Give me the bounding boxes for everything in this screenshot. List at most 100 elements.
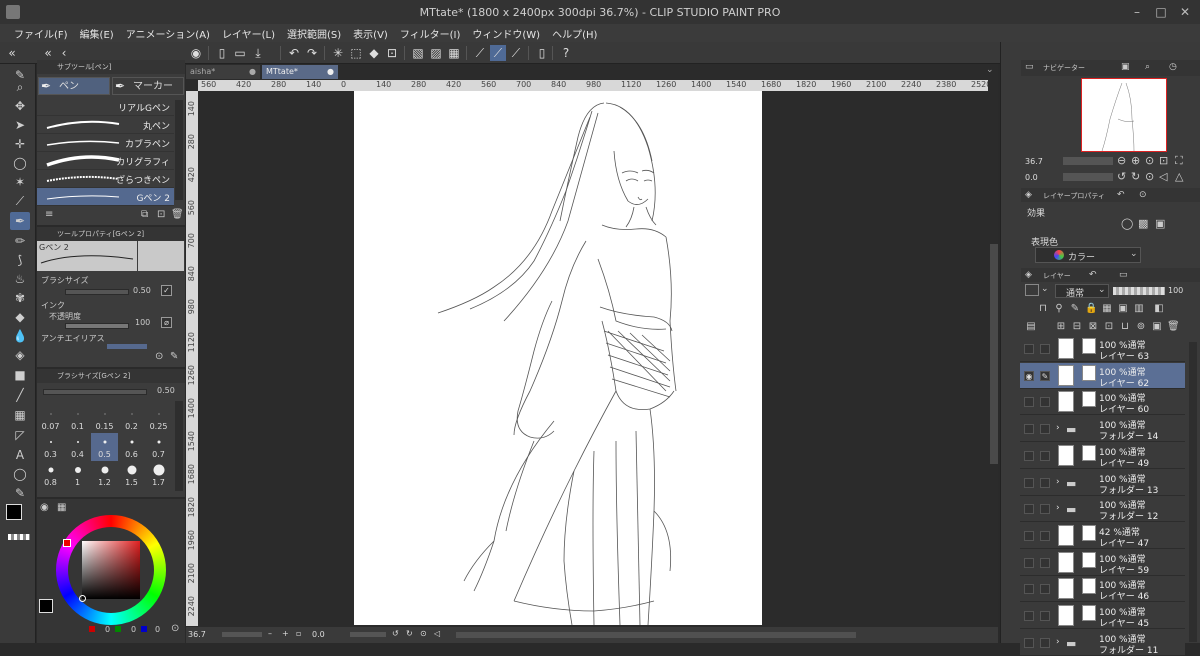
navigator-flip-h-icon[interactable]: ◁ bbox=[1159, 170, 1167, 183]
saturation-value-square[interactable] bbox=[82, 541, 140, 599]
zoom-out-icon[interactable]: – bbox=[268, 629, 272, 638]
expression-color-select[interactable]: カラー ⌄ bbox=[1035, 247, 1141, 263]
subtool-menu-icon[interactable]: ≡ bbox=[45, 209, 53, 220]
fit-screen-icon[interactable]: ▫ bbox=[296, 629, 301, 638]
balloon-icon[interactable]: ◯ bbox=[10, 465, 30, 483]
deselect-icon[interactable]: ▧ bbox=[410, 45, 426, 61]
pencil-tool-icon[interactable]: ✏ bbox=[10, 232, 30, 250]
status-zoom[interactable]: 36.7 bbox=[188, 630, 206, 639]
size-cell-selected[interactable]: 0.5 bbox=[91, 433, 118, 461]
folder-expand-icon[interactable]: › bbox=[1056, 477, 1060, 487]
duplicate-subtool-icon[interactable]: ⊡ bbox=[157, 209, 165, 220]
color-settings-icon[interactable]: ⊙ bbox=[171, 623, 179, 634]
size-cell[interactable]: 1 bbox=[64, 461, 91, 489]
copy-subtool-icon[interactable]: ⧉ bbox=[141, 209, 148, 220]
color-wheel-tab-icon[interactable]: ◉ bbox=[40, 502, 49, 513]
navigator-actual-icon[interactable]: ⊡ bbox=[1159, 154, 1168, 167]
navigator-zoom-value[interactable]: 36.7 bbox=[1025, 157, 1043, 166]
pen-edit-icon[interactable]: ✎ bbox=[1040, 370, 1050, 381]
text-tool-icon[interactable]: A bbox=[10, 446, 30, 464]
eraser-icon[interactable]: ◆ bbox=[10, 308, 30, 326]
layer-scrollbar[interactable] bbox=[1189, 342, 1197, 642]
canvas[interactable] bbox=[354, 91, 762, 626]
clip-below-icon[interactable]: ⊓ bbox=[1037, 303, 1049, 315]
menu-animation[interactable]: アニメーション(A) bbox=[126, 26, 210, 41]
brush-size-value[interactable]: 0.50 bbox=[133, 286, 151, 295]
navigator-zoom-out-icon[interactable]: ⊖ bbox=[1117, 154, 1126, 167]
menu-help[interactable]: ヘルプ(H) bbox=[552, 26, 597, 41]
layer-row[interactable]: › ▬ 100 %通常 フォルダー 14 bbox=[1020, 416, 1185, 443]
minimize-button[interactable]: – bbox=[1128, 4, 1146, 20]
toolprop-wrench-icon[interactable]: ✎ bbox=[170, 351, 178, 362]
opacity-pressure-toggle[interactable]: ⌀ bbox=[161, 317, 172, 328]
size-cell[interactable]: 0.6 bbox=[118, 433, 145, 461]
smartphone-icon[interactable]: ▯ bbox=[534, 45, 550, 61]
layer-opacity-slider[interactable] bbox=[1113, 287, 1165, 295]
size-cell[interactable]: 0.25 bbox=[145, 405, 172, 433]
layer-row[interactable]: 100 %通常 レイヤー 45 bbox=[1020, 603, 1185, 629]
subtool-scrollbar[interactable] bbox=[175, 100, 183, 200]
edit-target-toggle[interactable] bbox=[1040, 424, 1050, 435]
lock-layer-icon[interactable]: 🔒 bbox=[1085, 303, 1097, 315]
navigator-rotation-slider[interactable] bbox=[1063, 173, 1113, 181]
brush-g-pen-2[interactable]: Gペン 2 bbox=[37, 188, 174, 206]
menu-layer[interactable]: レイヤー(L) bbox=[222, 26, 275, 41]
navigator-flip-v-icon[interactable]: △ bbox=[1175, 170, 1183, 183]
navigator-rotate-left-icon[interactable]: ↺ bbox=[1117, 170, 1126, 183]
move-tool-icon[interactable]: ✥ bbox=[10, 97, 30, 115]
gradient-icon[interactable]: ■ bbox=[10, 366, 30, 384]
layer-row[interactable]: 100 %通常 レイヤー 60 bbox=[1020, 389, 1185, 416]
hue-marker[interactable] bbox=[63, 539, 71, 547]
blend-mode-select[interactable]: 通常 ⌄ bbox=[1055, 284, 1109, 299]
sv-marker[interactable] bbox=[79, 595, 86, 602]
tone-effect-icon[interactable]: ▩ bbox=[1138, 217, 1148, 230]
combine-layer-icon[interactable]: ⊔ bbox=[1119, 321, 1131, 333]
toolprop-settings-icon[interactable]: ⊙ bbox=[155, 351, 163, 362]
layer-color-icon[interactable]: ▣ bbox=[1155, 217, 1165, 230]
magic-wand-icon[interactable]: ✶ bbox=[10, 173, 30, 191]
eyedropper-icon[interactable]: ⟋ bbox=[10, 192, 30, 210]
edit-target-toggle[interactable] bbox=[1040, 397, 1050, 408]
clear-icon[interactable]: ✳ bbox=[330, 45, 346, 61]
brush-calligraphy[interactable]: カリグラフィ bbox=[37, 152, 174, 170]
redo-icon[interactable]: ↷ bbox=[304, 45, 320, 61]
border-effect-icon[interactable]: ◯ bbox=[1121, 217, 1133, 230]
layerprop-tab[interactable]: レイヤープロパティ bbox=[1043, 191, 1105, 201]
size-cell[interactable]: 0.15 bbox=[91, 405, 118, 433]
edit-target-toggle[interactable] bbox=[1040, 477, 1050, 488]
layer-color-chevron-icon[interactable]: ⌄ bbox=[1041, 284, 1049, 294]
close-button[interactable]: ✕ bbox=[1176, 4, 1194, 20]
lasso-icon[interactable]: ◯ bbox=[10, 154, 30, 172]
undo-icon[interactable]: ↶ bbox=[286, 45, 302, 61]
status-rotation[interactable]: 0.0 bbox=[312, 630, 325, 639]
ruler-tool-icon[interactable]: ◸ bbox=[10, 426, 30, 444]
layer-search-tab-icon[interactable]: ↶ bbox=[1089, 270, 1097, 280]
size-cell[interactable]: 1.2 bbox=[91, 461, 118, 489]
navigator-tab[interactable]: ナビゲーター bbox=[1043, 63, 1085, 73]
edit-target-toggle[interactable] bbox=[1040, 611, 1050, 621]
main-color-swatch[interactable] bbox=[6, 504, 22, 520]
maximize-button[interactable]: □ bbox=[1152, 4, 1170, 20]
visibility-toggle[interactable] bbox=[1024, 450, 1034, 461]
visibility-toggle[interactable] bbox=[1024, 344, 1034, 354]
draft-layer-icon[interactable]: ✎ bbox=[1069, 303, 1081, 315]
size-cell[interactable]: 1.5 bbox=[118, 461, 145, 489]
visibility-toggle[interactable] bbox=[1024, 557, 1034, 568]
menu-window[interactable]: ウィンドウ(W) bbox=[472, 26, 540, 41]
vertical-scrollbar[interactable] bbox=[990, 244, 998, 464]
decoration-icon[interactable]: ✾ bbox=[10, 289, 30, 307]
rotation-slider[interactable] bbox=[350, 632, 386, 637]
visibility-toggle[interactable] bbox=[1024, 477, 1034, 488]
history-icon[interactable]: ↶ bbox=[1117, 190, 1125, 200]
edit-target-toggle[interactable] bbox=[1040, 504, 1050, 515]
open-file-icon[interactable]: ▭ bbox=[232, 45, 248, 61]
edit-target-toggle[interactable] bbox=[1040, 530, 1050, 541]
size-cell[interactable]: 0.7 bbox=[145, 433, 172, 461]
collapse-left-icon[interactable]: « bbox=[4, 45, 20, 61]
menu-file[interactable]: ファイル(F) bbox=[14, 26, 68, 41]
zoom-slider[interactable] bbox=[222, 632, 262, 637]
move-layer-icon[interactable]: ✛ bbox=[10, 135, 30, 153]
delete-layer-icon[interactable]: 🗑 bbox=[1167, 321, 1180, 333]
folder-expand-icon[interactable]: › bbox=[1056, 423, 1060, 433]
tab-list-chevron-icon[interactable]: ⌄ bbox=[986, 65, 994, 75]
